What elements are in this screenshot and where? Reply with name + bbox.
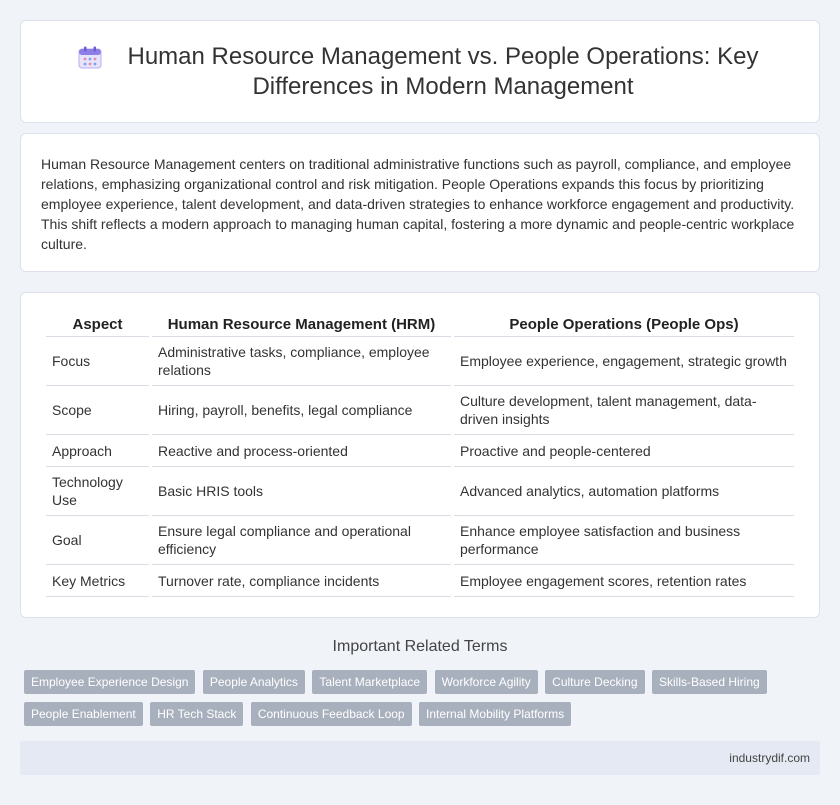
table-row: Technology Use Basic HRIS tools Advanced… xyxy=(46,467,794,516)
intro-card: Human Resource Management centers on tra… xyxy=(20,133,820,272)
aspect-cell: Technology Use xyxy=(46,467,149,516)
header-people-ops: People Operations (People Ops) xyxy=(454,311,794,337)
table-row: Focus Administrative tasks, compliance, … xyxy=(46,337,794,386)
footer-site-link[interactable]: industrydif.com xyxy=(729,751,810,765)
people-ops-cell: Culture development, talent management, … xyxy=(454,386,794,435)
comparison-card: Aspect Human Resource Management (HRM) P… xyxy=(20,292,820,618)
aspect-cell: Approach xyxy=(46,435,149,467)
related-terms-title: Important Related Terms xyxy=(332,638,508,655)
table-row: Goal Ensure legal compliance and operati… xyxy=(46,516,794,565)
related-term-tag[interactable]: Employee Experience Design xyxy=(24,670,196,694)
calendar-icon xyxy=(78,46,102,68)
comparison-table: Aspect Human Resource Management (HRM) P… xyxy=(43,311,797,597)
people-ops-cell: Proactive and people-centered xyxy=(454,435,794,467)
related-term-tag[interactable]: People Analytics xyxy=(202,670,305,694)
related-term-tag[interactable]: Culture Decking xyxy=(545,670,645,694)
related-term-tag[interactable]: Internal Mobility Platforms xyxy=(419,702,572,726)
footer-bar: industrydif.com xyxy=(20,741,820,775)
related-term-tag[interactable]: HR Tech Stack xyxy=(150,702,244,726)
intro-paragraph: Human Resource Management centers on tra… xyxy=(41,156,795,252)
header-aspect: Aspect xyxy=(46,311,149,337)
table-header-row: Aspect Human Resource Management (HRM) P… xyxy=(46,311,794,337)
people-ops-cell: Employee experience, engagement, strateg… xyxy=(454,337,794,386)
related-term-tag[interactable]: Workforce Agility xyxy=(434,670,538,694)
people-ops-cell: Advanced analytics, automation platforms xyxy=(454,467,794,516)
hrm-cell: Basic HRIS tools xyxy=(152,467,451,516)
related-terms-list: Employee Experience Design People Analyt… xyxy=(24,670,824,734)
related-term-tag[interactable]: Continuous Feedback Loop xyxy=(250,702,412,726)
aspect-cell: Key Metrics xyxy=(46,565,149,597)
hrm-cell: Hiring, payroll, benefits, legal complia… xyxy=(152,386,451,435)
title-wrap: Human Resource Management vs. People Ope… xyxy=(21,42,819,102)
table-row: Approach Reactive and process-oriented P… xyxy=(46,435,794,467)
people-ops-cell: Employee engagement scores, retention ra… xyxy=(454,565,794,597)
aspect-cell: Focus xyxy=(46,337,149,386)
related-term-tag[interactable]: Skills-Based Hiring xyxy=(651,670,767,694)
hrm-cell: Reactive and process-oriented xyxy=(152,435,451,467)
related-term-tag[interactable]: People Enablement xyxy=(24,702,143,726)
header-hrm: Human Resource Management (HRM) xyxy=(152,311,451,337)
table-row: Scope Hiring, payroll, benefits, legal c… xyxy=(46,386,794,435)
hrm-cell: Turnover rate, compliance incidents xyxy=(152,565,451,597)
hrm-cell: Ensure legal compliance and operational … xyxy=(152,516,451,565)
table-row: Key Metrics Turnover rate, compliance in… xyxy=(46,565,794,597)
title-card: Human Resource Management vs. People Ope… xyxy=(20,20,820,123)
aspect-cell: Goal xyxy=(46,516,149,565)
related-term-tag[interactable]: Talent Marketplace xyxy=(312,670,428,694)
aspect-cell: Scope xyxy=(46,386,149,435)
hrm-cell: Administrative tasks, compliance, employ… xyxy=(152,337,451,386)
page-title: Human Resource Management vs. People Ope… xyxy=(127,42,759,100)
people-ops-cell: Enhance employee satisfaction and busine… xyxy=(454,516,794,565)
